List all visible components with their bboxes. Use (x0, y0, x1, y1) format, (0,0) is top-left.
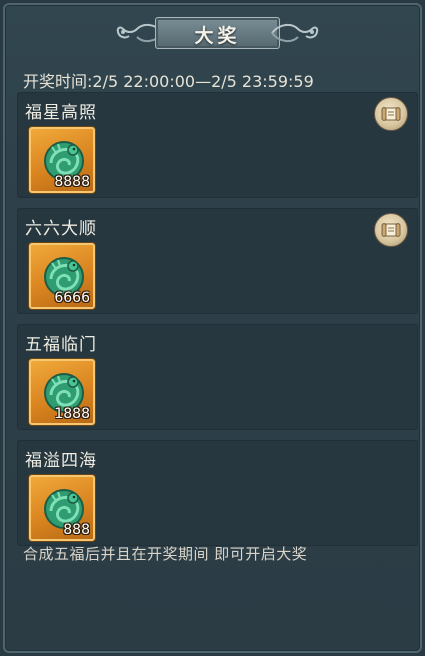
scroll-icon (381, 223, 401, 237)
title-banner: 大奖 (115, 15, 320, 53)
prize-item-slot[interactable]: 8888 (29, 127, 95, 193)
title-ornament-icon (271, 23, 319, 43)
prize-card: 福星高照 8888 (17, 92, 418, 198)
item-count: 8888 (54, 174, 90, 190)
prize-name: 五福临门 (25, 335, 97, 355)
item-count: 1888 (54, 406, 90, 422)
scroll-button[interactable] (374, 213, 408, 247)
prize-panel: 大奖 开奖时间:2/5 22:00:00—2/5 23:59:59 福星高照 8… (3, 3, 422, 653)
prize-card: 五福临门 1888 (17, 324, 418, 430)
prize-item-slot[interactable]: 6666 (29, 243, 95, 309)
scroll-icon (381, 107, 401, 121)
prize-name: 六六大顺 (25, 219, 97, 239)
prize-card: 六六大顺 6666 (17, 208, 418, 314)
prize-item-slot[interactable]: 888 (29, 475, 95, 541)
item-count: 888 (63, 522, 90, 538)
footer-note: 合成五福后并且在开奖期间 即可开启大奖 (23, 545, 308, 563)
prize-name: 福星高照 (25, 103, 97, 123)
prize-card: 福溢四海 888 (17, 440, 418, 546)
page-title: 大奖 (194, 24, 241, 47)
prize-name: 福溢四海 (25, 451, 97, 471)
item-count: 6666 (54, 290, 90, 306)
scroll-button[interactable] (374, 97, 408, 131)
draw-time: 开奖时间:2/5 22:00:00—2/5 23:59:59 (23, 72, 314, 91)
prize-item-slot[interactable]: 1888 (29, 359, 95, 425)
